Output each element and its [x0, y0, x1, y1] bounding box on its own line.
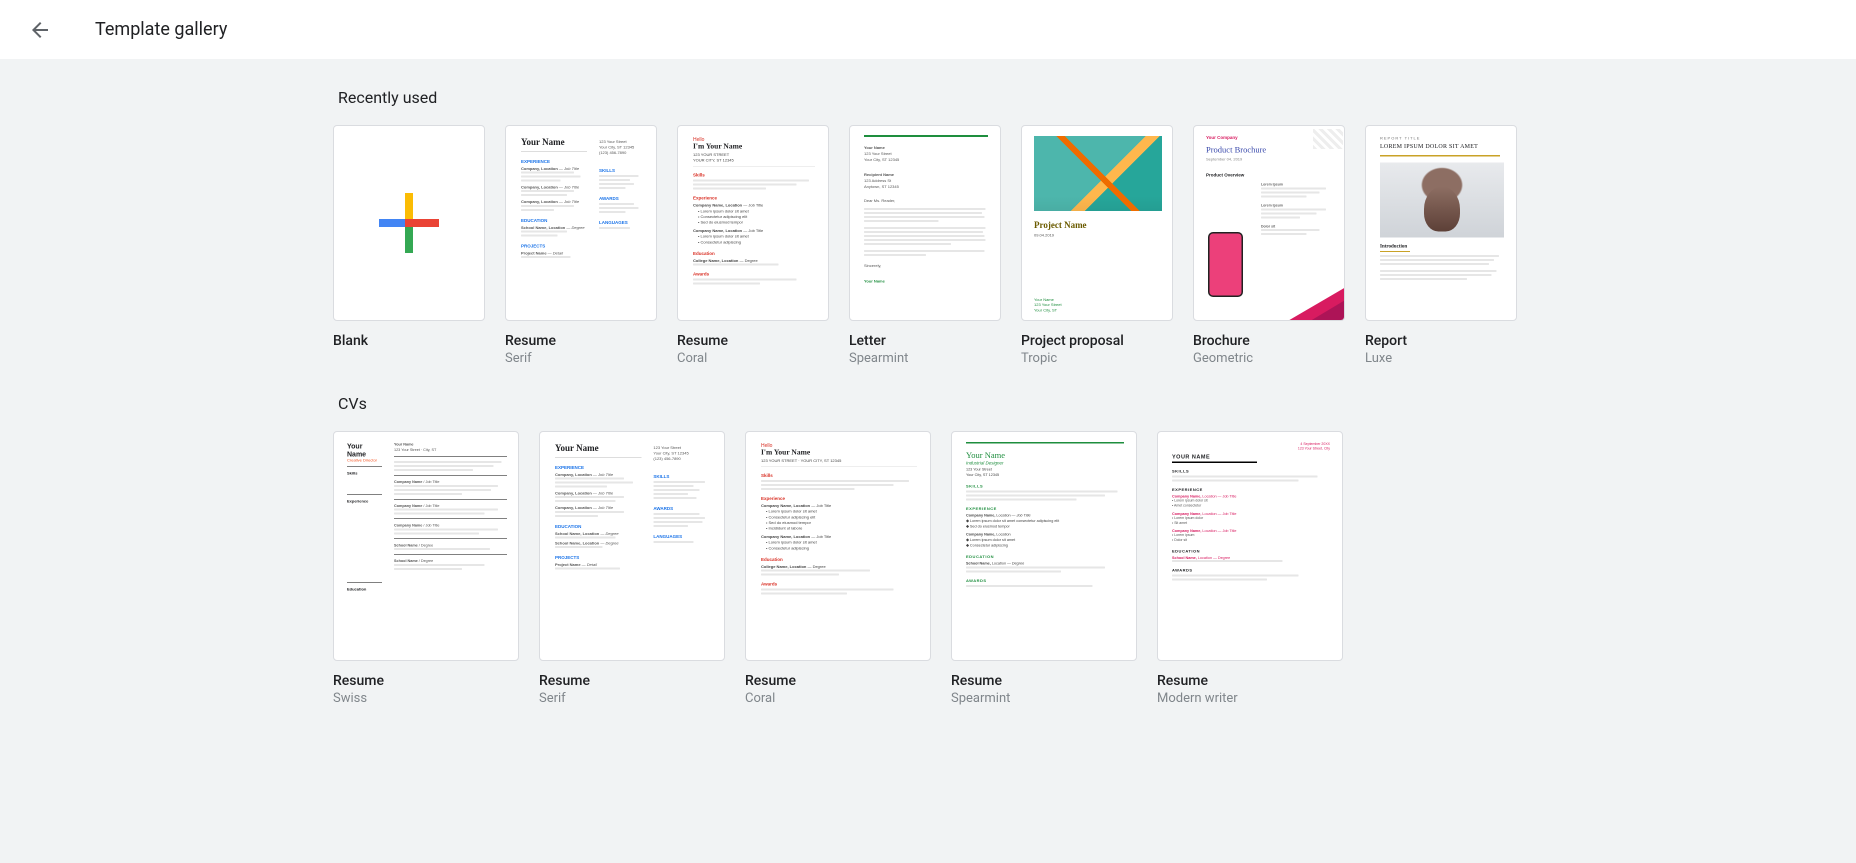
preview-hdr-exp: EXPERIENCE: [966, 506, 1124, 511]
template-thumb: REPORT TITLE LOREM IPSUM DOLOR SIT AMET …: [1365, 125, 1517, 321]
template-title: Resume: [539, 673, 725, 689]
preview-name: YOUR NAME: [1172, 454, 1330, 460]
preview-name: Your Name: [966, 451, 1124, 461]
preview-hdr-awards: AWARDS: [966, 578, 1124, 583]
preview-footer: Your Name: [1034, 297, 1054, 302]
template-title: Resume: [333, 673, 519, 689]
preview-hdr-awards: AWARDS: [1172, 568, 1330, 573]
template-subtitle: Geometric: [1193, 351, 1345, 366]
template-cv-modern-writer[interactable]: 4 September 20XX123 Your Street, City YO…: [1157, 431, 1343, 706]
template-subtitle: Serif: [505, 351, 657, 366]
template-subtitle: Tropic: [1021, 351, 1173, 366]
page-title: Template gallery: [95, 19, 227, 40]
template-thumb: 4 September 20XX123 Your Street, City YO…: [1157, 431, 1343, 661]
preview-title: LOREM IPSUM DOLOR SIT AMET: [1380, 143, 1504, 151]
preview-hdr-edu: EDUCATION: [1172, 549, 1330, 554]
template-thumb: [333, 125, 485, 321]
template-title: Resume: [745, 673, 931, 689]
preview-right-name: Your Name: [394, 442, 414, 447]
arrow-left-icon: [28, 18, 52, 42]
template-subtitle: Spearmint: [951, 691, 1137, 706]
template-subtitle: Serif: [539, 691, 725, 706]
section-title-recent: Recently used: [338, 88, 1523, 107]
template-thumb: Your Company Product Brochure September …: [1193, 125, 1345, 321]
template-letter-spearmint[interactable]: Your Name123 Your StreetYour City, ST 12…: [849, 125, 1001, 366]
preview-role: Industrial Designer: [966, 461, 1124, 466]
preview-section: Product Overview: [1206, 173, 1334, 178]
plus-icon: [334, 126, 484, 320]
template-thumb: Your Name Industrial Designer 123 Your S…: [951, 431, 1137, 661]
template-subtitle: Coral: [677, 351, 829, 366]
preview-lbl-edu: Education: [347, 587, 382, 592]
template-thumb: Your Name123 Your StreetYour City, ST 12…: [849, 125, 1001, 321]
template-resume-serif[interactable]: Your Name EXPERIENCE Company, Location —…: [505, 125, 657, 366]
preview-hdr-skills: SKILLS: [966, 484, 1124, 489]
template-title: Resume: [677, 333, 829, 349]
template-title: Resume: [505, 333, 657, 349]
template-title: Resume: [951, 673, 1137, 689]
preview-name: I'm Your Name: [761, 449, 917, 458]
template-title: Letter: [849, 333, 1001, 349]
preview-section: Introduction: [1380, 244, 1504, 250]
back-button[interactable]: [20, 10, 60, 50]
template-title: Resume: [1157, 673, 1343, 689]
preview-project-name: Project Name: [1034, 220, 1162, 231]
template-project-proposal-tropic[interactable]: Project Name 09.04.2019 Your Name123 You…: [1021, 125, 1173, 366]
template-thumb: Your Name EXPERIENCE Company, Location —…: [539, 431, 725, 661]
preview-left-role: Creative Director: [347, 458, 382, 463]
template-subtitle: Spearmint: [849, 351, 1001, 366]
template-cv-serif[interactable]: Your Name EXPERIENCE Company, Location —…: [539, 431, 725, 706]
content-area: Recently used Blank Your Name: [333, 88, 1523, 746]
preview-name: I'm Your Name: [693, 143, 815, 152]
preview-name: Your Name: [521, 137, 587, 148]
template-cv-spearmint[interactable]: Your Name Industrial Designer 123 Your S…: [951, 431, 1137, 706]
template-thumb: Hello I'm Your Name 123 YOUR STREETYOUR …: [677, 125, 829, 321]
template-thumb: Your Name EXPERIENCE Company, Location —…: [505, 125, 657, 321]
template-cv-coral[interactable]: Hello I'm Your Name 123 YOUR STREET · YO…: [745, 431, 931, 706]
preview-hdr-skills: SKILLS: [1172, 469, 1330, 474]
template-blank[interactable]: Blank: [333, 125, 485, 366]
preview-tag: REPORT TITLE: [1380, 136, 1504, 141]
template-title: Project proposal: [1021, 333, 1173, 349]
section-title-cvs: CVs: [338, 394, 1523, 413]
template-subtitle: Modern writer: [1157, 691, 1343, 706]
preview-hdr-edu: EDUCATION: [966, 555, 1124, 560]
template-title: Report: [1365, 333, 1517, 349]
preview-hdr-exp: EXPERIENCE: [1172, 488, 1330, 493]
preview-signature: Your Name: [864, 279, 988, 284]
header-bar: Template gallery: [0, 0, 1856, 60]
template-resume-coral[interactable]: Hello I'm Your Name 123 YOUR STREETYOUR …: [677, 125, 829, 366]
cv-row: Your Name Creative Director Skills Exper…: [333, 431, 1523, 706]
recent-row: Blank Your Name EXPERIENCE Company, Loca…: [333, 125, 1523, 366]
template-thumb: Hello I'm Your Name 123 YOUR STREET · YO…: [745, 431, 931, 661]
preview-name: Your Name: [555, 443, 641, 454]
template-resume-swiss[interactable]: Your Name Creative Director Skills Exper…: [333, 431, 519, 706]
template-subtitle: Swiss: [333, 691, 519, 706]
template-report-luxe[interactable]: REPORT TITLE LOREM IPSUM DOLOR SIT AMET …: [1365, 125, 1517, 366]
template-subtitle: Coral: [745, 691, 931, 706]
template-thumb: Your Name Creative Director Skills Exper…: [333, 431, 519, 661]
preview-left-name: Your Name: [347, 442, 382, 458]
template-subtitle: Luxe: [1365, 351, 1517, 366]
template-thumb: Project Name 09.04.2019 Your Name123 You…: [1021, 125, 1173, 321]
template-title: Brochure: [1193, 333, 1345, 349]
template-title: Blank: [333, 333, 485, 349]
template-brochure-geometric[interactable]: Your Company Product Brochure September …: [1193, 125, 1345, 366]
